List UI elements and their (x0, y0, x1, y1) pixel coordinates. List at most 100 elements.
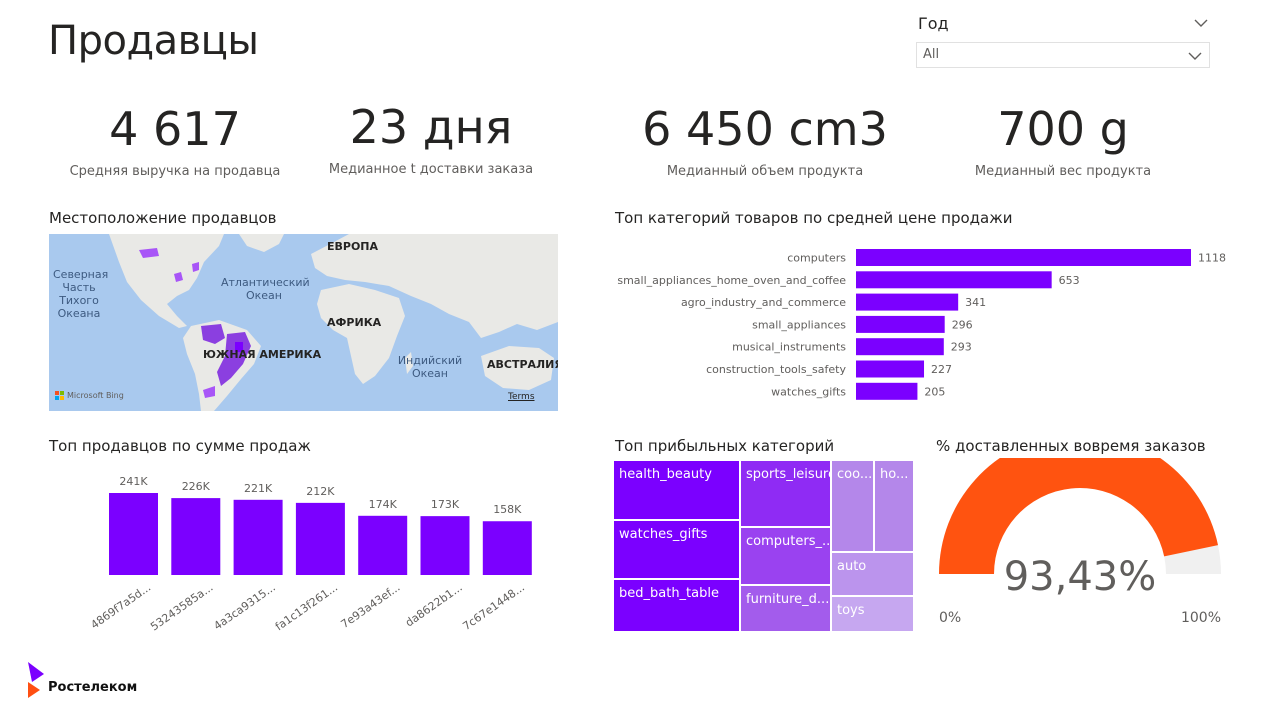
bar-value-label: 1118 (1198, 252, 1226, 265)
brand-name: Ростелеком (48, 680, 138, 695)
bar[interactable] (856, 382, 918, 400)
bar[interactable] (109, 493, 158, 575)
bar-value-label: 158K (493, 503, 522, 516)
treemap-cell[interactable]: furniture_d... (740, 585, 831, 632)
gauge-svg: 93,43% 0% 100% (939, 432, 1221, 626)
category-label: watches_gifts (771, 385, 846, 398)
bar[interactable] (856, 249, 1191, 266)
bar[interactable] (856, 293, 959, 311)
seller-location-map[interactable]: Северная Часть Тихого Океана ЕВРОПА Атла… (49, 234, 558, 411)
gauge-value-label: 93,43% (1004, 554, 1157, 600)
bar-value-label: 241K (119, 475, 148, 488)
category-label: fa1c13f261... (273, 581, 340, 634)
treemap-label: ho... (880, 467, 909, 482)
gauge-title: % доставленных вовремя заказов (936, 437, 1206, 455)
category-label: 4a3ca9315... (211, 581, 277, 633)
map-attribution-text: Microsoft Bing (67, 391, 124, 400)
treemap-cell[interactable]: watches_gifts (613, 520, 740, 579)
kpi-label: Медианное t доставки заказа (328, 162, 534, 177)
treemap-cell[interactable]: sports_leisure (740, 460, 836, 527)
page-title: Продавцы (48, 18, 259, 64)
treemap-label: health_beauty (619, 467, 712, 482)
category-price-bar-chart: computers 1118 small_appliances_home_oven_… (600, 246, 1250, 406)
kpi-value: 700 g (997, 102, 1129, 156)
bar[interactable] (233, 499, 283, 575)
kpi-label: Средняя выручка на продавца (69, 164, 281, 179)
on-time-delivery-gauge: 93,43% 0% 100% (930, 432, 1230, 633)
bar[interactable] (856, 338, 944, 356)
kpi-card-volume: 6 450 cm3 Медианный объем продукта (620, 106, 910, 179)
bar-value-label: 293 (951, 341, 972, 354)
bar[interactable] (482, 521, 532, 575)
treemap-label: toys (837, 603, 865, 618)
bar-value-label: 205 (924, 385, 945, 398)
kpi-label: Медианный вес продукта (974, 164, 1152, 179)
bar-value-label: 212K (306, 485, 335, 498)
gauge-min-label: 0% (939, 610, 961, 626)
category-label: agro_industry_and_commerce (681, 296, 846, 309)
category-label: small_appliances_home_oven_and_coffee (617, 274, 846, 287)
treemap-cell[interactable]: bed_bath_table (613, 579, 740, 632)
bar[interactable] (856, 315, 945, 333)
treemap-label: coo... (837, 467, 873, 482)
rostelecom-logo-icon (28, 662, 44, 698)
map-label-atlantic: Атлантический Океан (221, 276, 310, 302)
chevron-down-icon (1188, 52, 1202, 60)
treemap-cell[interactable]: computers_... (740, 527, 835, 585)
bar-value-label: 174K (369, 498, 398, 511)
map-attribution: Microsoft Bing (55, 391, 124, 400)
category-label: 4869f7a5d... (88, 581, 153, 632)
treemap-title: Топ прибыльных категорий (615, 437, 835, 455)
map-label-australia: АВСТРАЛИЯ (487, 358, 558, 371)
bar[interactable] (856, 360, 925, 378)
map-label-north-pacific: Северная Часть Тихого Океана (53, 268, 109, 320)
top-sellers-bar-chart: 241K 4869f7a5d... 226K 53243585a... 221K 4a3c… (60, 462, 580, 638)
treemap-cell[interactable]: ho... (874, 460, 914, 552)
bar-value-label: 227 (931, 363, 952, 376)
bar[interactable] (358, 515, 408, 575)
year-filter-value: All (923, 47, 940, 62)
kpi-card-revenue: 4 617 Средняя выручка на продавца (50, 106, 300, 179)
treemap-label: watches_gifts (619, 527, 708, 542)
bar-value-label: 296 (952, 318, 973, 331)
bar[interactable] (856, 271, 1052, 289)
treemap-cell[interactable]: coo... (831, 460, 874, 552)
bar-value-label: 221K (244, 482, 273, 495)
category-price-chart-title: Топ категорий товаров по средней цене пр… (615, 209, 1013, 227)
year-filter-dropdown[interactable]: All (916, 42, 1210, 68)
microsoft-logo-icon (55, 391, 64, 400)
gauge-max-label: 100% (1181, 610, 1221, 626)
bar-value-label: 341 (965, 296, 986, 309)
kpi-card-delivery: 23 дня Медианное t доставки заказа (306, 104, 556, 177)
treemap-cell[interactable]: auto (831, 552, 914, 596)
category-label: computers (787, 252, 846, 265)
treemap-label: computers_... (746, 534, 835, 549)
hbar-svg: computers 1118 small_appliances_home_oven_… (617, 249, 1226, 400)
bar[interactable] (295, 502, 345, 575)
map-label-south-america: ЮЖНАЯ АМЕРИКА (203, 348, 322, 361)
chevron-down-icon[interactable] (1192, 14, 1210, 32)
map-label-europe: ЕВРОПА (327, 240, 379, 253)
bar-value-label: 173K (431, 498, 460, 511)
map-terms-link[interactable]: Terms (508, 392, 535, 402)
treemap-cell[interactable]: health_beauty (613, 460, 740, 520)
map-label-africa: АФРИКА (327, 316, 382, 329)
kpi-value: 6 450 cm3 (642, 102, 888, 156)
treemap-label: furniture_d... (746, 592, 830, 607)
map-title: Местоположение продавцов (49, 209, 277, 227)
bar[interactable] (171, 498, 221, 575)
treemap-label: bed_bath_table (619, 586, 719, 601)
category-label: 53243585a... (148, 581, 215, 634)
bar[interactable] (420, 516, 470, 575)
top-sellers-chart-title: Топ продавцов по сумме продаж (49, 437, 311, 455)
kpi-card-weight: 700 g Медианный вес продукта (938, 106, 1188, 179)
map-label-indian-ocean: Индийский Океан (397, 354, 463, 380)
treemap-label: auto (837, 559, 867, 574)
treemap-cell[interactable]: toys (831, 596, 914, 632)
category-label: 7e93a43ef... (339, 581, 403, 631)
vbar-svg: 241K 4869f7a5d... 226K 53243585a... 221K 4a3c… (88, 475, 532, 634)
kpi-value: 23 дня (349, 100, 513, 154)
treemap-label: sports_leisure (746, 467, 836, 482)
category-label: 7c67e1448... (460, 581, 527, 633)
kpi-label: Медианный объем продукта (666, 164, 864, 179)
